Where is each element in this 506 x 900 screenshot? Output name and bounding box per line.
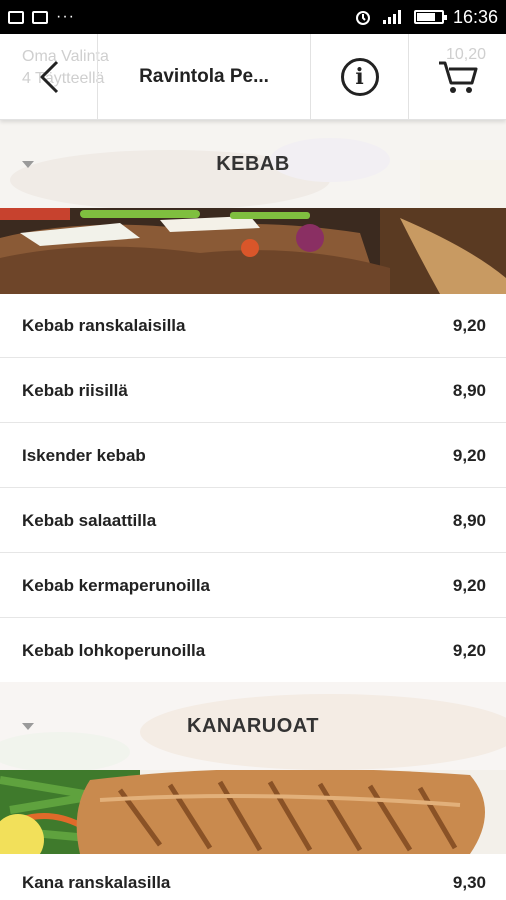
chevron-down-icon <box>22 161 34 168</box>
status-time: 16:36 <box>452 6 498 27</box>
item-name: Kebab riisillä <box>22 380 128 400</box>
info-icon: i <box>340 58 379 96</box>
cart-icon <box>438 61 477 93</box>
item-price: 9,20 <box>452 575 486 595</box>
item-name: Kebab lohkoperunoilla <box>22 640 206 660</box>
image-icon <box>8 10 24 24</box>
item-name: Kana ranskalasilla <box>22 873 171 892</box>
back-button[interactable] <box>0 34 98 120</box>
item-name: Kebab salaattilla <box>22 510 157 530</box>
section-image-kebab <box>0 208 506 294</box>
section-title: KEBAB <box>216 152 290 175</box>
mail-icon <box>32 10 48 24</box>
section-image-kanaruoat <box>0 770 506 854</box>
cart-button[interactable] <box>409 34 506 120</box>
kebab-photo <box>0 208 506 294</box>
app-header: Oma Valinta 4 Täytteellä 10,20 Ravintola… <box>0 34 506 120</box>
menu-item-row[interactable]: Kebab kermaperunoilla 9,20 <box>0 554 506 618</box>
section-title: KANARUOAT <box>187 714 319 737</box>
item-price: 9,20 <box>452 640 486 660</box>
menu-item-row[interactable]: Kebab ranskalaisilla 9,20 <box>0 294 506 358</box>
overflow-indicator: ··· <box>56 8 75 25</box>
item-price: 9,30 <box>452 873 486 892</box>
menu-item-row[interactable]: Kana ranskalasilla 9,30 <box>0 854 506 900</box>
section-header-kanaruoat[interactable]: KANARUOAT <box>0 682 506 770</box>
menu-item-row[interactable]: Iskender kebab 9,20 <box>0 424 506 488</box>
item-name: Kebab kermaperunoilla <box>22 575 211 595</box>
menu-item-row[interactable]: Kebab salaattilla 8,90 <box>0 489 506 553</box>
signal-icon <box>382 10 401 24</box>
status-bar: ··· 16:36 <box>0 0 506 34</box>
item-name: Iskender kebab <box>22 445 146 465</box>
section-header-kebab[interactable]: KEBAB <box>0 120 506 208</box>
menu-item-row[interactable]: Kebab riisillä 8,90 <box>0 359 506 423</box>
item-price: 8,90 <box>452 510 486 530</box>
item-price: 8,90 <box>452 380 486 400</box>
item-name: Kebab ranskalaisilla <box>22 315 186 335</box>
item-price: 9,20 <box>452 315 486 335</box>
battery-icon <box>413 10 447 24</box>
alarm-icon <box>355 11 370 25</box>
chevron-down-icon <box>22 723 34 730</box>
menu-item-row[interactable]: Kebab lohkoperunoilla 9,20 <box>0 619 506 683</box>
chevron-left-icon <box>40 60 58 94</box>
item-price: 9,20 <box>452 445 486 465</box>
chicken-photo <box>0 770 506 854</box>
info-button[interactable]: i <box>311 34 409 120</box>
page-title: Ravintola Pe... <box>98 34 311 119</box>
